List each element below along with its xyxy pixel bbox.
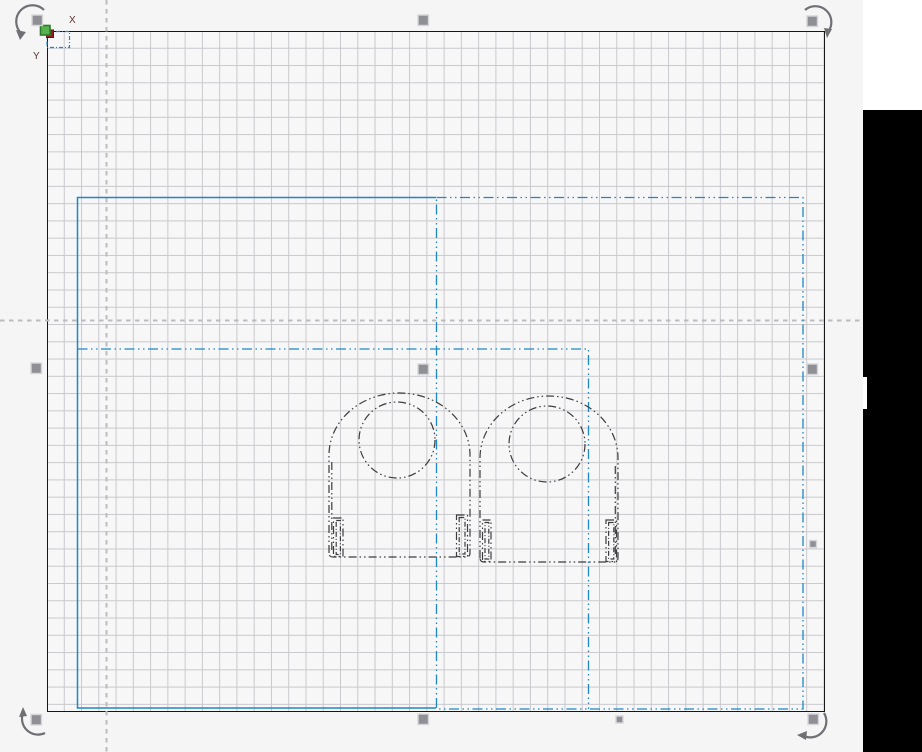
cad-workspace: X Y [0,0,922,752]
rotate-arrow-top-right-icon[interactable] [804,5,833,33]
sub-selection-handle-bottom[interactable] [615,715,624,724]
rotate-arrow-bottom-left-head [19,707,27,717]
rotate-handle-square-bottom-right[interactable] [807,713,820,726]
background-window-white-strip [863,0,922,110]
rotate-arrow-bottom-right-head [797,731,807,740]
axis-label-y: Y [33,51,40,62]
rotate-handle-square-bottom-left[interactable] [30,713,43,726]
resize-handle-top-center[interactable] [417,14,430,27]
rotate-arrow-bottom-left-icon[interactable] [20,712,46,736]
background-window-black-panel [863,110,922,752]
background-window-scroll-notch [863,377,867,409]
rotate-arrow-top-right-head [824,28,832,38]
resize-handle-bottom-center[interactable] [417,713,430,726]
rotate-handle-square-top-left[interactable] [31,14,44,27]
axis-label-x: X [69,15,76,26]
rotate-arrow-top-left-icon[interactable] [15,4,45,34]
resize-handle-middle-left[interactable] [30,362,43,375]
drawing-canvas[interactable] [47,31,825,712]
rotate-handle-square-top-right[interactable] [806,15,819,28]
rotate-arrow-bottom-right-icon[interactable] [801,712,828,739]
rotate-arrow-top-left-head [16,30,26,40]
